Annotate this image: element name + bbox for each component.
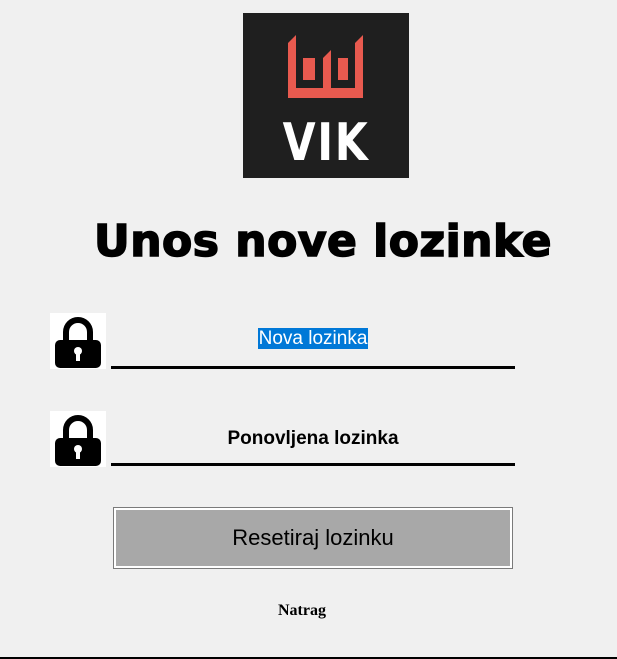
lock-icon (50, 313, 106, 369)
logo-text: VIK (282, 113, 370, 173)
field-underline (111, 366, 515, 369)
repeat-password-field[interactable]: Ponovljena lozinka (111, 414, 515, 466)
field-underline (111, 463, 515, 466)
new-password-field[interactable]: Nova lozinka (111, 317, 515, 369)
new-password-input[interactable] (111, 317, 515, 359)
page-title: Unos nove lozinke (93, 215, 552, 268)
back-link[interactable]: Natrag (262, 602, 342, 620)
repeat-password-input[interactable] (111, 414, 515, 456)
logo-mark-icon (288, 35, 363, 98)
reset-password-button[interactable]: Resetiraj lozinku (113, 507, 513, 569)
lock-icon (50, 411, 106, 467)
vik-logo: VIK (243, 13, 409, 178)
